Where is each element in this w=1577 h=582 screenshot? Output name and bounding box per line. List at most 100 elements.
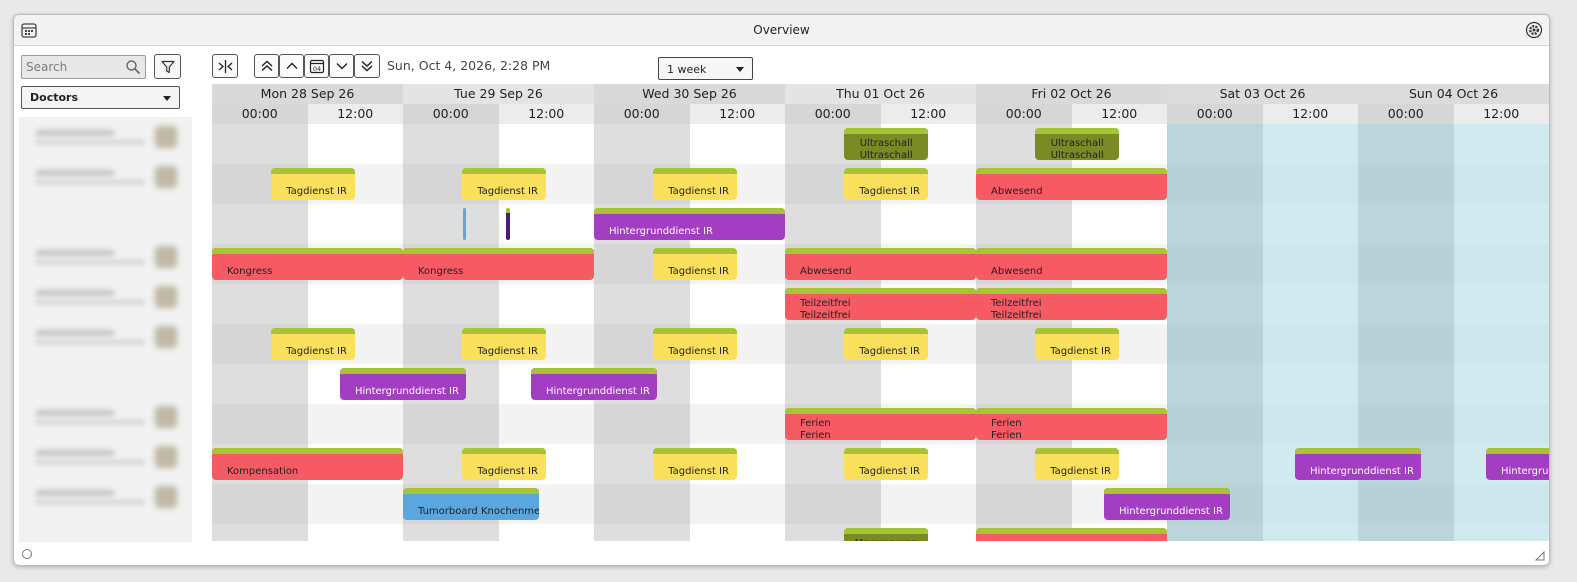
- doctor-detail-redacted: [35, 139, 145, 145]
- event-marker[interactable]: [506, 208, 510, 240]
- event-block[interactable]: Tumorboard Knochenmetastasen: [403, 488, 539, 520]
- hour-header: 00:00: [785, 104, 881, 124]
- event-block[interactable]: Mammograp: [844, 528, 929, 541]
- event-block[interactable]: Teilzeitfrei Teilzeitfrei: [785, 288, 976, 320]
- event-label: Mammograp: [844, 538, 928, 541]
- event-block[interactable]: Tagdienst IR: [653, 448, 738, 480]
- range-select[interactable]: 1 week: [658, 57, 753, 80]
- hour-header: 00:00: [594, 104, 690, 124]
- event-block[interactable]: Hintergrunddienst IR: [594, 208, 785, 240]
- event-block[interactable]: Kongress: [403, 248, 594, 280]
- event-top-bar: [976, 528, 1167, 534]
- event-top-bar: [653, 248, 738, 254]
- event-block[interactable]: Teilzeitfrei Teilzeitfrei: [976, 288, 1167, 320]
- doctor-row[interactable]: [19, 157, 192, 197]
- doctor-row[interactable]: [19, 437, 192, 477]
- avatar: [155, 166, 177, 188]
- event-block[interactable]: Ultraschall Ultraschall: [1035, 128, 1120, 160]
- event-label: Hintergrunddienst IR: [1500, 466, 1549, 477]
- doctor-row[interactable]: [19, 317, 192, 357]
- doctor-row[interactable]: [19, 397, 192, 437]
- event-block[interactable]: Ultraschall Ultraschall: [844, 128, 929, 160]
- event-block[interactable]: Ferien Ferien: [785, 408, 976, 440]
- event-block[interactable]: Hintergrunddienst IR: [1485, 448, 1549, 480]
- event-label: Tagdienst IR: [859, 466, 920, 477]
- avatar: [155, 126, 177, 148]
- event-block[interactable]: Hintergrunddienst IR: [1294, 448, 1422, 480]
- event-block[interactable]: Hintergrunddienst IR: [339, 368, 467, 400]
- filter-button[interactable]: [154, 54, 181, 79]
- event-block[interactable]: Abwesend: [976, 168, 1167, 200]
- event-block[interactable]: Tagdienst IR: [1035, 448, 1120, 480]
- event-block[interactable]: Kongress: [212, 248, 403, 280]
- event-top-bar: [844, 128, 929, 134]
- event-top-bar: [1294, 448, 1422, 454]
- chevron-down-icon: [163, 96, 171, 101]
- event-block[interactable]: Kompensation: [212, 448, 403, 480]
- avatar: [155, 446, 177, 468]
- event-block[interactable]: Tagdienst IR: [462, 328, 547, 360]
- hour-header: 12:00: [1262, 104, 1358, 124]
- event-block[interactable]: Hintergrunddienst IR: [1103, 488, 1231, 520]
- event-label: Hintergrunddienst IR: [1118, 506, 1223, 517]
- avatar: [155, 246, 177, 268]
- event-block[interactable]: Ferien Ferien: [976, 408, 1167, 440]
- doctor-detail-redacted: [35, 419, 145, 425]
- event-block[interactable]: Tagdienst IR: [271, 168, 356, 200]
- doctor-row[interactable]: [19, 477, 192, 517]
- day-header: Tue 29 Sep 26: [403, 84, 594, 104]
- first-page-button[interactable]: [254, 54, 279, 78]
- doctor-row[interactable]: [19, 237, 192, 277]
- avatar: [155, 406, 177, 428]
- event-block[interactable]: Tagdienst IR: [844, 328, 929, 360]
- event-label: Hintergrunddienst IR: [545, 386, 650, 397]
- doctors-select[interactable]: Doctors: [21, 86, 180, 109]
- doctor-detail-redacted: [35, 299, 145, 305]
- event-block[interactable]: Teilzeitfrei: [976, 528, 1167, 541]
- event-top-bar: [844, 328, 929, 334]
- last-page-button[interactable]: [354, 54, 380, 78]
- event-label: Tagdienst IR: [668, 466, 729, 477]
- today-button[interactable]: 04: [304, 54, 329, 78]
- event-label: Ultraschall Ultraschall: [859, 138, 913, 160]
- event-label: Tagdienst IR: [859, 346, 920, 357]
- collapse-button[interactable]: [212, 54, 238, 78]
- event-block[interactable]: Tagdienst IR: [653, 168, 738, 200]
- doctor-row[interactable]: [19, 277, 192, 317]
- previous-button[interactable]: [279, 54, 304, 78]
- event-block[interactable]: Tagdienst IR: [462, 168, 547, 200]
- doctor-name-redacted: [35, 409, 115, 417]
- event-block[interactable]: Tagdienst IR: [462, 448, 547, 480]
- event-block[interactable]: Hintergrunddienst IR: [530, 368, 658, 400]
- event-block[interactable]: Tagdienst IR: [653, 248, 738, 280]
- day-header: Fri 02 Oct 26: [976, 84, 1167, 104]
- event-label: Abwesend: [991, 186, 1043, 197]
- filter-icon: [161, 60, 175, 74]
- event-block[interactable]: Abwesend: [976, 248, 1167, 280]
- resize-grip-icon[interactable]: [1535, 551, 1545, 561]
- hour-header: 12:00: [880, 104, 976, 124]
- event-label: Hintergrunddienst IR: [354, 386, 459, 397]
- event-block[interactable]: Tagdienst IR: [844, 448, 929, 480]
- event-block[interactable]: Abwesend: [785, 248, 976, 280]
- event-top-bar: [403, 248, 594, 254]
- doctor-detail-redacted: [35, 499, 145, 505]
- event-block[interactable]: Tagdienst IR: [271, 328, 356, 360]
- event-block[interactable]: Tagdienst IR: [653, 328, 738, 360]
- doctor-row[interactable]: [19, 117, 192, 157]
- schedule-grid[interactable]: Mon 28 Sep 26 00:00 12:00 Tue 29 Sep 26 00:0…: [212, 84, 1549, 541]
- search-input[interactable]: [22, 56, 122, 78]
- event-block[interactable]: Tagdienst IR: [1035, 328, 1120, 360]
- event-block[interactable]: Tagdienst IR: [844, 168, 929, 200]
- vertical-scrollbar[interactable]: [1549, 170, 1550, 268]
- doctor-detail-redacted: [35, 459, 145, 465]
- doctor-name-redacted: [35, 129, 115, 137]
- event-label: Kongress: [418, 266, 464, 277]
- event-marker[interactable]: [463, 208, 466, 240]
- event-label: Tagdienst IR: [477, 186, 538, 197]
- event-top-bar: [785, 408, 976, 414]
- search-box[interactable]: [21, 55, 146, 79]
- next-button[interactable]: [329, 54, 354, 78]
- doctor-name-redacted: [35, 329, 115, 337]
- settings-icon[interactable]: [1525, 21, 1543, 39]
